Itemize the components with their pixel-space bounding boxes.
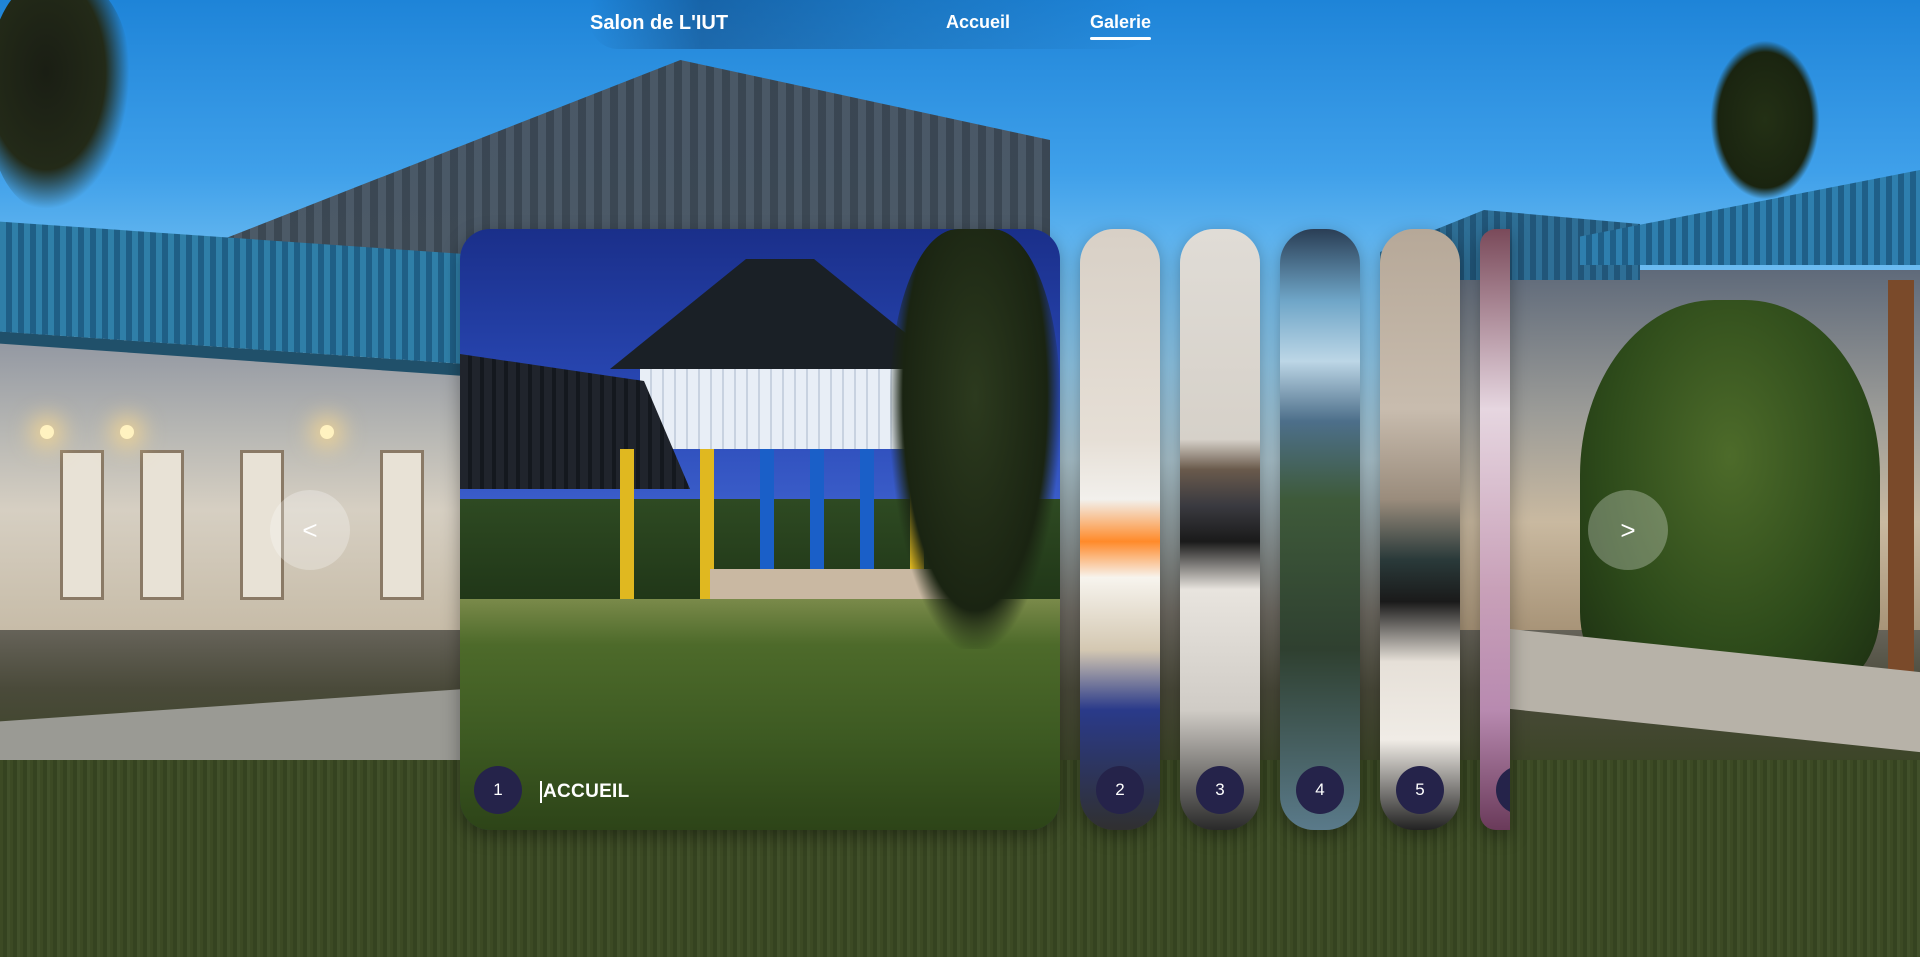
slide-number: 1	[474, 766, 522, 814]
gallery-slide-5[interactable]: 5	[1380, 229, 1460, 830]
gallery-slide-active[interactable]: 1 ACCUEIL	[460, 229, 1060, 830]
slide-number: 3	[1196, 766, 1244, 814]
gallery-slide-6[interactable]: 6	[1480, 229, 1510, 830]
next-arrow-button[interactable]: >	[1588, 490, 1668, 570]
slide-number: 6	[1496, 766, 1510, 814]
prev-arrow-button[interactable]: <	[270, 490, 350, 570]
gallery-slide-2[interactable]: 2	[1080, 229, 1160, 830]
nav-link-galerie[interactable]: Galerie	[1090, 12, 1152, 40]
slide-number: 2	[1096, 766, 1144, 814]
site-brand[interactable]: Salon de L'IUT	[590, 12, 728, 35]
gallery-slide-3[interactable]: 3	[1180, 229, 1260, 830]
nav-link-accueil[interactable]: Accueil	[946, 12, 1010, 33]
slide-number: 4	[1296, 766, 1344, 814]
slide-caption: ACCUEIL	[540, 781, 630, 803]
gallery-slide-4[interactable]: 4	[1280, 229, 1360, 830]
slide-number: 5	[1396, 766, 1444, 814]
